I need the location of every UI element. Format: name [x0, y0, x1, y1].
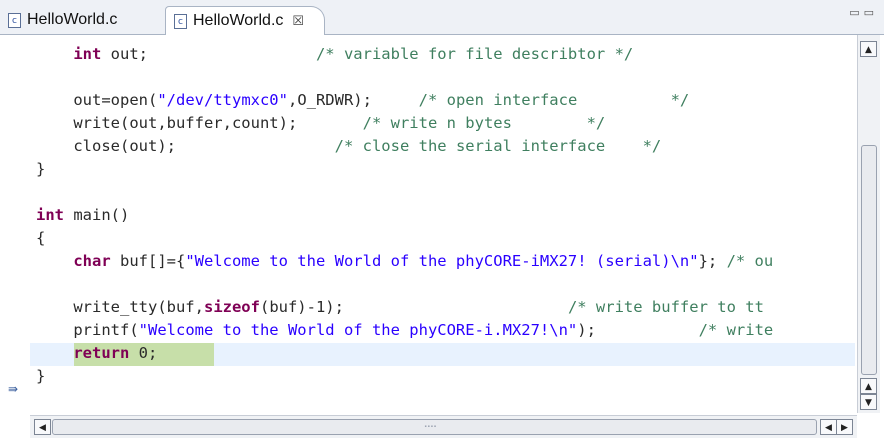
code-token: close(out); — [36, 137, 335, 155]
keyword-token: char — [73, 252, 111, 270]
string-token: "Welcome to the World of the phyCORE-i.M… — [138, 321, 578, 339]
scroll-up-button-lower[interactable]: ▲ — [860, 378, 877, 394]
keyword-token: int — [73, 45, 102, 63]
comment-token: /* write n bytes */ — [362, 114, 606, 132]
scroll-left-button[interactable]: ◀ — [34, 419, 51, 435]
tab-label: HelloWorld.c — [27, 11, 118, 28]
keyword-token: int — [36, 206, 64, 224]
comment-token: /* variable for file describtor */ — [315, 45, 634, 63]
code-line[interactable]: { — [36, 227, 45, 249]
close-tab-icon[interactable]: ☒ — [292, 13, 304, 29]
vertical-scroll-thumb[interactable] — [861, 145, 877, 375]
c-file-icon: c — [174, 13, 187, 29]
code-token: }; — [698, 252, 727, 270]
editor-tab-bar: c HelloWorld.c c HelloWorld.c ☒ ▭▭ — [0, 0, 884, 35]
vertical-scrollbar[interactable]: ▲ ▲ ▼ — [857, 35, 880, 413]
code-token: main() — [64, 206, 130, 224]
code-token: ); — [577, 321, 699, 339]
grip-icon: ▪▪▪▪ — [424, 424, 438, 430]
code-line[interactable]: int out; /* variable for file describtor… — [36, 43, 633, 65]
comment-token: /* open interface */ — [418, 91, 690, 109]
instruction-pointer-icon: ⇛ — [8, 382, 19, 396]
comment-token: /* close the serial interface */ — [334, 137, 662, 155]
scroll-right-button[interactable]: ▶ — [836, 419, 853, 435]
minimize-maximize-icon[interactable]: ▭▭ — [849, 6, 878, 19]
scroll-left-button-2[interactable]: ◀ — [820, 419, 837, 435]
code-line[interactable]: int main() — [36, 204, 129, 226]
code-token: write(out,buffer,count); — [36, 114, 363, 132]
code-token: (buf)-1); — [259, 298, 568, 316]
string-token: "/dev/ttymxc0" — [157, 91, 288, 109]
code-line[interactable]: close(out); /* close the serial interfac… — [36, 135, 661, 157]
code-line[interactable]: } — [36, 158, 45, 180]
code-token: buf[]={ — [110, 252, 186, 270]
comment-token: /* ou — [726, 252, 774, 270]
code-token: printf( — [36, 321, 139, 339]
code-token: out; — [101, 45, 316, 63]
code-editor[interactable]: int out; /* variable for file describtor… — [30, 35, 855, 415]
tab-helloworld-c[interactable]: c HelloWorld.c — [0, 6, 158, 34]
comment-token: /* write — [698, 321, 783, 339]
scroll-up-button[interactable]: ▲ — [860, 41, 877, 57]
tab-helloworld-c-active[interactable]: c HelloWorld.c ☒ — [165, 6, 325, 35]
code-line[interactable]: printf("Welcome to the World of the phyC… — [36, 319, 783, 341]
code-token: { — [36, 229, 46, 247]
editor-ruler[interactable]: ⇛ — [0, 35, 30, 415]
c-file-icon: c — [8, 12, 21, 28]
code-line[interactable]: return 0; — [36, 342, 157, 364]
code-token: write_tty(buf, — [36, 298, 204, 316]
code-line[interactable]: } — [36, 365, 45, 387]
keyword-token: return — [73, 344, 130, 362]
code-token: out=open( — [36, 91, 158, 109]
code-line[interactable]: out=open("/dev/ttymxc0",O_RDWR); /* open… — [36, 89, 689, 111]
code-line[interactable]: write(out,buffer,count); /* write n byte… — [36, 112, 605, 134]
code-line[interactable]: write_tty(buf,sizeof(buf)-1); /* write b… — [36, 296, 764, 318]
keyword-token: sizeof — [203, 298, 260, 316]
tab-label: HelloWorld.c — [193, 12, 284, 29]
horizontal-scroll-thumb[interactable]: ▪▪▪▪ — [52, 419, 817, 435]
comment-token: /* write buffer to tt — [567, 298, 764, 316]
code-token: } — [36, 367, 46, 385]
horizontal-scrollbar[interactable]: ◀ ▪▪▪▪ ◀ ▶ — [30, 415, 857, 438]
scroll-down-button[interactable]: ▼ — [860, 394, 877, 410]
code-token: 0; — [129, 344, 158, 362]
code-token: ,O_RDWR); — [287, 91, 419, 109]
code-token: } — [36, 160, 46, 178]
code-line[interactable]: char buf[]={"Welcome to the World of the… — [36, 250, 773, 272]
string-token: "Welcome to the World of the phyCORE-iMX… — [185, 252, 699, 270]
